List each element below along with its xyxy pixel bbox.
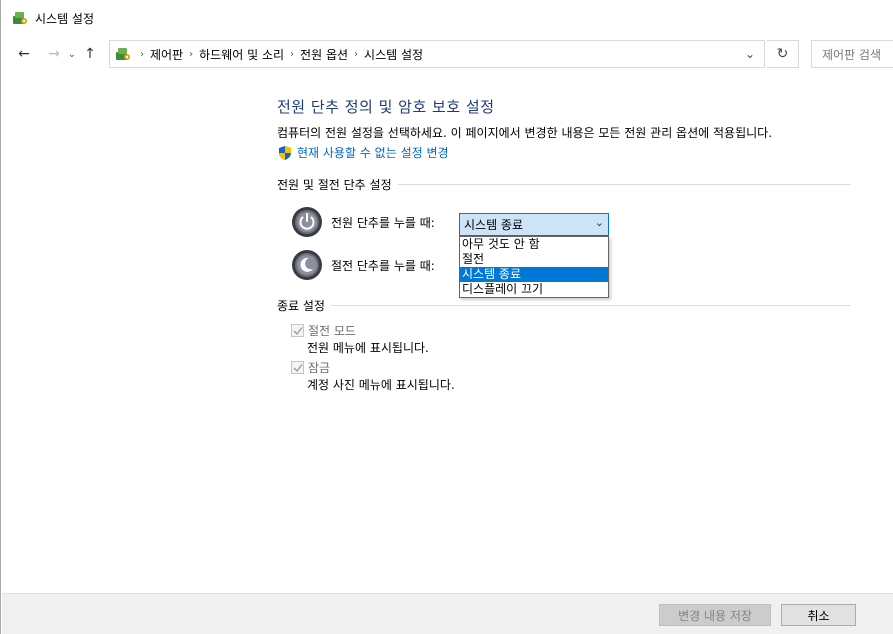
page-description: 컴퓨터의 전원 설정을 선택하세요. 이 페이지에서 변경한 내용은 모든 전원… [277, 126, 773, 140]
sleep-mode-label: 절전 모드 [308, 324, 356, 338]
title-bar: 시스템 설정 [1, 0, 893, 36]
sleep-button-icon [292, 250, 322, 280]
window-title: 시스템 설정 [35, 11, 95, 26]
navigation-bar: ← → ⌄ ↑ › 제어판 › 하드웨어 및 소리 › 전원 옵션 › 시스템 … [1, 38, 893, 70]
control-panel-icon [13, 12, 27, 24]
sleep-mode-description: 전원 메뉴에 표시됩니다. [307, 341, 429, 355]
control-panel-icon [116, 48, 130, 60]
sleep-mode-checkbox[interactable] [291, 324, 304, 337]
cancel-button[interactable]: 취소 [781, 604, 856, 626]
lock-option: 잠금 [291, 359, 330, 376]
breadcrumb-control-panel[interactable]: 제어판 [150, 46, 183, 63]
up-arrow-icon[interactable]: ↑ [79, 40, 101, 68]
breadcrumb-hardware-sound[interactable]: 하드웨어 및 소리 [199, 46, 284, 63]
chevron-down-icon: ⌄ [594, 216, 604, 229]
power-button-label: 전원 단추를 누를 때: [331, 215, 435, 230]
page-title: 전원 단추 정의 및 암호 보호 설정 [277, 98, 495, 116]
sleep-button-label: 절전 단추를 누를 때: [331, 258, 435, 273]
refresh-icon[interactable]: ↻ [767, 40, 799, 68]
sleep-button-row: 절전 단추를 누를 때: [291, 249, 435, 281]
breadcrumb-power-options[interactable]: 전원 옵션 [300, 46, 348, 63]
lock-checkbox[interactable] [291, 361, 304, 374]
power-action-dropdown-list: 아무 것도 안 함 절전 시스템 종료 디스플레이 끄기 [459, 236, 609, 298]
address-bar[interactable]: › 제어판 › 하드웨어 및 소리 › 전원 옵션 › 시스템 설정 ⌄ [109, 40, 765, 68]
recent-locations-chevron-icon[interactable]: ⌄ [65, 40, 79, 68]
checkmark-icon [293, 363, 303, 372]
section-divider [397, 184, 851, 185]
change-link-label[interactable]: 현재 사용할 수 없는 설정 변경 [297, 144, 449, 161]
section-divider [330, 305, 851, 306]
dropdown-option-shutdown[interactable]: 시스템 종료 [460, 267, 608, 282]
back-arrow-icon[interactable]: ← [13, 40, 35, 68]
sleep-mode-option: 절전 모드 [291, 322, 356, 339]
forward-arrow-icon[interactable]: → [43, 40, 65, 68]
address-dropdown-chevron-icon[interactable]: ⌄ [740, 44, 760, 64]
lock-description: 계정 사진 메뉴에 표시됩니다. [307, 378, 455, 392]
power-button-selected-value: 시스템 종료 [464, 218, 524, 232]
breadcrumb-system-settings[interactable]: 시스템 설정 [364, 46, 423, 63]
power-section-label: 전원 및 절전 단추 설정 [277, 178, 392, 192]
shutdown-section-label: 종료 설정 [277, 299, 325, 313]
shutdown-section-header: 종료 설정 [277, 297, 851, 314]
breadcrumb-separator-icon[interactable]: › [354, 49, 358, 60]
power-button-row: 전원 단추를 누를 때: [291, 206, 435, 238]
power-section-header: 전원 및 절전 단추 설정 [277, 176, 851, 193]
checkmark-icon [293, 326, 303, 335]
breadcrumb-separator-icon[interactable]: › [290, 49, 294, 60]
dropdown-option-do-nothing[interactable]: 아무 것도 안 함 [460, 237, 608, 252]
uac-shield-icon [279, 145, 291, 160]
search-input[interactable]: 제어판 검색 [811, 40, 893, 68]
lock-label: 잠금 [308, 361, 331, 375]
bottom-button-bar: 변경 내용 저장 취소 [2, 593, 893, 634]
dropdown-option-sleep[interactable]: 절전 [460, 252, 608, 267]
power-button-action-select[interactable]: 시스템 종료 ⌄ [459, 213, 609, 236]
change-unavailable-settings-link[interactable]: 현재 사용할 수 없는 설정 변경 [277, 144, 449, 161]
system-settings-window: 시스템 설정 ← → ⌄ ↑ › 제어판 › 하드웨어 및 소리 › 전원 옵션… [0, 0, 893, 634]
dropdown-option-turn-off-display[interactable]: 디스플레이 끄기 [460, 282, 608, 297]
breadcrumb-separator-icon[interactable]: › [189, 49, 193, 60]
save-changes-button[interactable]: 변경 내용 저장 [659, 604, 771, 626]
breadcrumb-separator-icon: › [140, 48, 144, 60]
power-button-icon [292, 207, 322, 237]
